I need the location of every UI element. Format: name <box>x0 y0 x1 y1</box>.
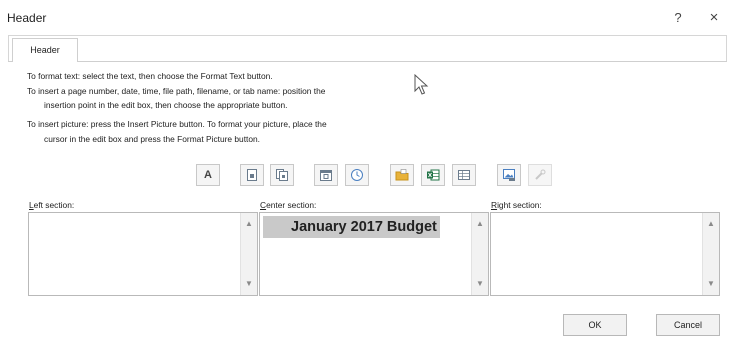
sheet-tab-icon <box>458 170 470 180</box>
close-button[interactable]: × <box>704 8 724 28</box>
number-of-pages-icon <box>276 169 288 181</box>
help-button[interactable]: ? <box>668 8 688 28</box>
insert-number-of-pages-button[interactable] <box>270 164 294 186</box>
left-section-edit-box[interactable]: ▲ ▼ <box>28 212 258 296</box>
mouse-pointer-icon <box>414 74 429 95</box>
instruction-line-5: cursor in the edit box and press the For… <box>44 134 260 144</box>
folder-icon <box>395 169 409 181</box>
center-section-text[interactable]: January 2017 Budget <box>263 216 440 238</box>
left-section-label-text: eft section: <box>33 200 75 210</box>
right-section-label: Right section: <box>491 200 542 210</box>
insert-picture-button[interactable] <box>497 164 521 186</box>
ok-button[interactable]: OK <box>563 314 627 336</box>
tab-header[interactable]: Header <box>12 38 78 62</box>
window-title: Header <box>7 11 47 25</box>
scroll-up-arrow-icon[interactable]: ▲ <box>472 216 488 232</box>
clock-icon <box>351 169 363 181</box>
scroll-down-arrow-icon[interactable]: ▼ <box>241 276 257 292</box>
center-section-scrollbar[interactable]: ▲ ▼ <box>471 213 488 295</box>
instruction-line-1: To format text: select the text, then ch… <box>27 71 273 81</box>
cancel-button[interactable]: Cancel <box>656 314 720 336</box>
instruction-line-4: To insert picture: press the Insert Pict… <box>27 119 327 129</box>
format-picture-icon <box>535 169 546 180</box>
insert-file-name-button[interactable] <box>421 164 445 186</box>
right-section-edit-box[interactable]: ▲ ▼ <box>490 212 720 296</box>
scroll-down-arrow-icon[interactable]: ▼ <box>472 276 488 292</box>
calendar-icon <box>320 170 332 181</box>
instruction-line-2: To insert a page number, date, time, fil… <box>27 86 326 96</box>
center-section-label-text: enter section: <box>266 200 317 210</box>
format-text-icon: A <box>204 169 212 181</box>
right-section-label-text: ight section: <box>497 200 542 210</box>
excel-icon <box>427 169 440 181</box>
picture-icon <box>503 169 515 181</box>
insert-file-path-button[interactable] <box>390 164 414 186</box>
format-text-button[interactable]: A <box>196 164 220 186</box>
center-section-edit-box[interactable]: January 2017 Budget ▲ ▼ <box>259 212 489 296</box>
scroll-down-arrow-icon[interactable]: ▼ <box>703 276 719 292</box>
title-bar: Header ? × <box>0 0 729 34</box>
scroll-up-arrow-icon[interactable]: ▲ <box>241 216 257 232</box>
format-picture-button[interactable] <box>528 164 552 186</box>
insert-sheet-name-button[interactable] <box>452 164 476 186</box>
left-section-label: Left section: <box>29 200 74 210</box>
left-section-scrollbar[interactable]: ▲ ▼ <box>240 213 257 295</box>
insert-time-button[interactable] <box>345 164 369 186</box>
instruction-line-3: insertion point in the edit box, then ch… <box>44 100 288 110</box>
page-number-icon <box>247 169 257 181</box>
insert-page-number-button[interactable] <box>240 164 264 186</box>
center-section-label: Center section: <box>260 200 316 210</box>
insert-date-button[interactable] <box>314 164 338 186</box>
scroll-up-arrow-icon[interactable]: ▲ <box>703 216 719 232</box>
right-section-scrollbar[interactable]: ▲ ▼ <box>702 213 719 295</box>
